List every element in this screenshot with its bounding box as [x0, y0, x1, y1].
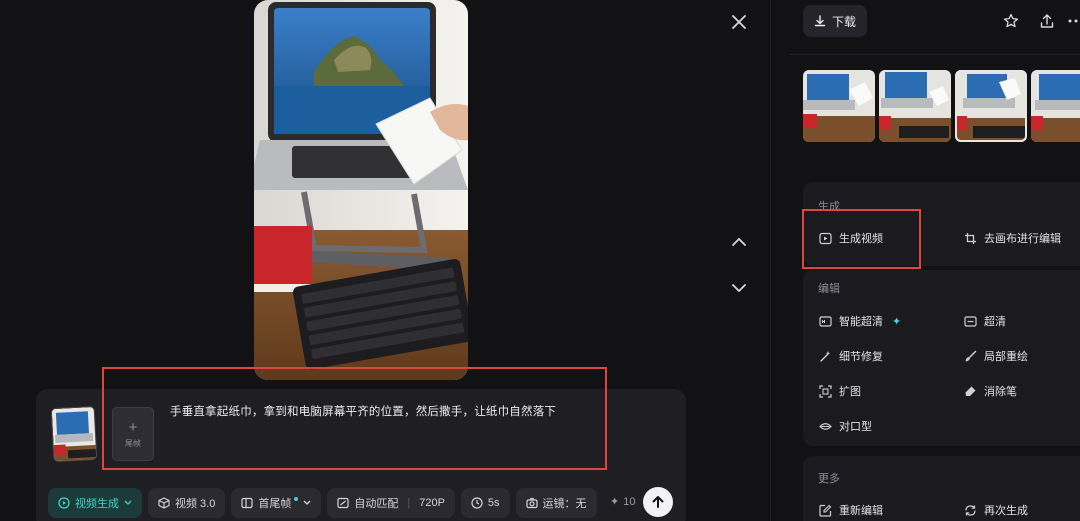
hd-box-icon	[963, 314, 977, 328]
edit-section-title: 编辑	[818, 283, 840, 295]
new-dot-icon	[294, 497, 299, 501]
frame-selector[interactable]: 首尾帧	[231, 488, 322, 518]
send-button[interactable]	[643, 487, 673, 517]
edit-item-label: 智能超清	[839, 316, 883, 328]
ratio-label: 自动匹配	[354, 498, 399, 510]
more-panel: 更多 重新编辑 再次生成	[803, 456, 1080, 521]
credit-value: 10	[623, 495, 636, 508]
header-divider	[790, 54, 1080, 55]
resolution-label: 720P	[419, 497, 445, 509]
mode-label: 视频生成	[75, 498, 119, 510]
hd-icon	[818, 314, 832, 328]
panel-divider	[770, 0, 771, 521]
annotation-box-prompt	[102, 367, 607, 470]
download-label: 下载	[831, 14, 856, 29]
ratio-resolution-selector[interactable]: 自动匹配 | 720P	[327, 488, 455, 518]
canvas-edit-label: 去画布进行编辑	[984, 233, 1061, 245]
result-thumbnail-selected[interactable]	[955, 70, 1027, 142]
video-gen-icon	[58, 497, 70, 509]
edit-item-label: 消除笔	[984, 386, 1017, 398]
mode-selector[interactable]: 视频生成	[48, 488, 142, 518]
chevron-down-icon	[732, 284, 746, 292]
detail-repair-button[interactable]: 细节修复	[818, 348, 883, 364]
eraser-icon	[963, 384, 977, 398]
cube-icon	[158, 497, 170, 509]
credit-cost: ✦ 10	[610, 495, 636, 509]
inpaint-button[interactable]: 局部重绘	[963, 348, 1028, 364]
camera-selector[interactable]: 运镜：无	[515, 488, 597, 518]
edit-panel: 编辑 智能超清 ✦ 超清 细节修复 局部重绘 扩图 消除笔 对口型	[803, 270, 1080, 446]
aspect-ratio-icon	[337, 497, 349, 509]
model-label: 视频 3.0	[175, 498, 216, 510]
camera-label: 运镜：无	[542, 498, 587, 510]
edit-item-label: 扩图	[839, 386, 861, 398]
arrow-up-icon	[652, 496, 664, 508]
separator: |	[407, 497, 411, 509]
first-frame-image	[50, 405, 98, 463]
regenerate-button[interactable]: 再次生成	[963, 502, 1028, 518]
regenerate-label: 再次生成	[984, 505, 1028, 517]
chevron-down-icon	[124, 500, 132, 505]
duration-selector[interactable]: 5s	[460, 488, 510, 518]
crop-icon	[963, 231, 977, 245]
edit-item-label: 超清	[984, 316, 1006, 328]
result-thumbnail[interactable]	[879, 70, 951, 142]
smart-hd-button[interactable]: 智能超清 ✦	[818, 313, 901, 329]
chevron-down-icon	[303, 500, 311, 505]
annotation-box-generate	[802, 209, 921, 269]
expand-icon	[818, 384, 832, 398]
canvas-edit-button[interactable]: 去画布进行编辑	[963, 230, 1061, 246]
result-thumbnail[interactable]	[1031, 70, 1080, 142]
download-button[interactable]: 下载	[803, 5, 867, 37]
model-selector[interactable]: 视频 3.0	[148, 488, 226, 518]
more-dots-icon	[1068, 19, 1078, 23]
prompt-toolbar: 视频生成 视频 3.0 首尾帧 自动匹配 | 720P 5s 运镜：无	[48, 488, 597, 518]
close-button[interactable]	[728, 11, 750, 33]
result-thumbnails	[803, 70, 1080, 142]
sparkle-icon: ✦	[610, 496, 620, 508]
edit-box-icon	[818, 503, 832, 517]
result-thumbnail[interactable]	[803, 70, 875, 142]
camera-icon	[525, 497, 538, 509]
favorite-button[interactable]	[1001, 11, 1021, 31]
eraser-button[interactable]: 消除笔	[963, 383, 1017, 399]
close-icon	[732, 15, 746, 29]
clock-icon	[471, 497, 483, 509]
more-button[interactable]	[1068, 11, 1080, 31]
edit-item-label: 细节修复	[839, 351, 883, 363]
refresh-icon	[963, 503, 977, 517]
edit-item-label: 对口型	[839, 421, 872, 433]
first-frame-thumbnail[interactable]	[50, 405, 98, 463]
lip-sync-icon	[818, 419, 832, 433]
previous-button[interactable]	[728, 231, 750, 253]
share-button[interactable]	[1037, 11, 1057, 31]
chevron-up-icon	[732, 238, 746, 246]
frame-icon	[241, 497, 253, 509]
re-edit-button[interactable]: 重新编辑	[818, 502, 883, 518]
sparkle-icon: ✦	[892, 315, 902, 328]
preview-image	[254, 0, 468, 380]
frame-label: 首尾帧	[258, 498, 292, 510]
more-section-title: 更多	[818, 473, 840, 485]
lip-sync-button[interactable]: 对口型	[818, 418, 872, 434]
re-edit-label: 重新编辑	[839, 505, 883, 517]
star-icon	[1003, 13, 1019, 28]
edit-item-label: 局部重绘	[984, 351, 1028, 363]
hd-button[interactable]: 超清	[963, 313, 1006, 329]
expand-button[interactable]: 扩图	[818, 383, 861, 399]
next-button[interactable]	[728, 277, 750, 299]
duration-label: 5s	[487, 497, 500, 509]
download-icon	[814, 15, 826, 27]
magic-wand-icon	[818, 349, 832, 363]
upload-icon	[1040, 14, 1054, 28]
brush-icon	[963, 349, 977, 363]
